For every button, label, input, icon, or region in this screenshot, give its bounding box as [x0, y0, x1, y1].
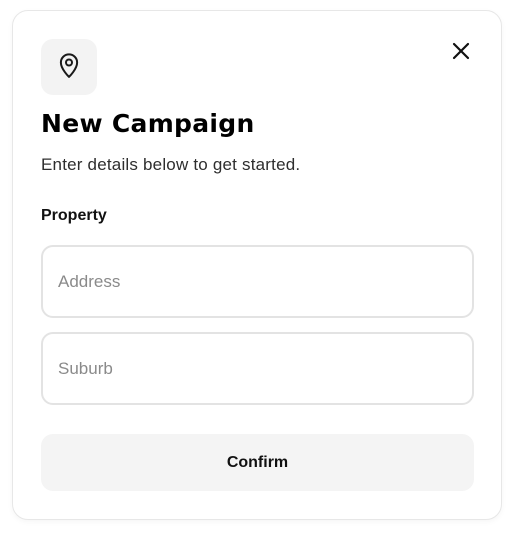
suburb-input[interactable] [41, 332, 474, 405]
property-label: Property [41, 207, 107, 224]
close-icon [451, 41, 471, 66]
new-campaign-modal: New Campaign Enter details below to get … [12, 10, 502, 520]
confirm-button[interactable]: Confirm [41, 434, 474, 491]
modal-subtitle: Enter details below to get started. [41, 155, 301, 174]
map-pin-icon [54, 50, 84, 85]
map-pin-icon-tile [41, 39, 97, 95]
modal-title: New Campaign [41, 109, 255, 138]
close-button[interactable] [447, 39, 475, 67]
address-input[interactable] [41, 245, 474, 318]
